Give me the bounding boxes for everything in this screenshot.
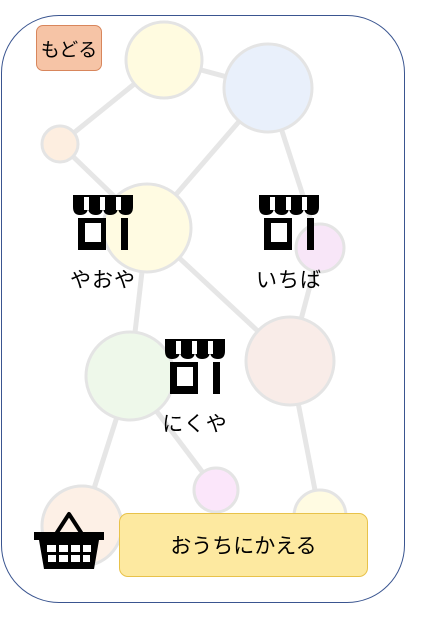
- shop-nikuya-button[interactable]: にくや: [162, 336, 228, 438]
- screen-frame: もどる やおや いちば にくや おうちにかえる: [1, 15, 405, 603]
- shop-icon: [165, 339, 225, 394]
- go-home-button[interactable]: おうちにかえる: [119, 513, 368, 577]
- shop-yaoya-button[interactable]: やおや: [70, 192, 136, 294]
- shop-icon: [259, 195, 319, 250]
- shop-label: にくや: [162, 412, 228, 436]
- back-button[interactable]: もどる: [36, 25, 102, 71]
- shop-ichiba-button[interactable]: いちば: [256, 192, 322, 294]
- shop-label: いちば: [256, 268, 322, 292]
- basket-icon[interactable]: [32, 510, 106, 572]
- shop-icon: [73, 195, 133, 250]
- shop-label: やおや: [70, 268, 136, 292]
